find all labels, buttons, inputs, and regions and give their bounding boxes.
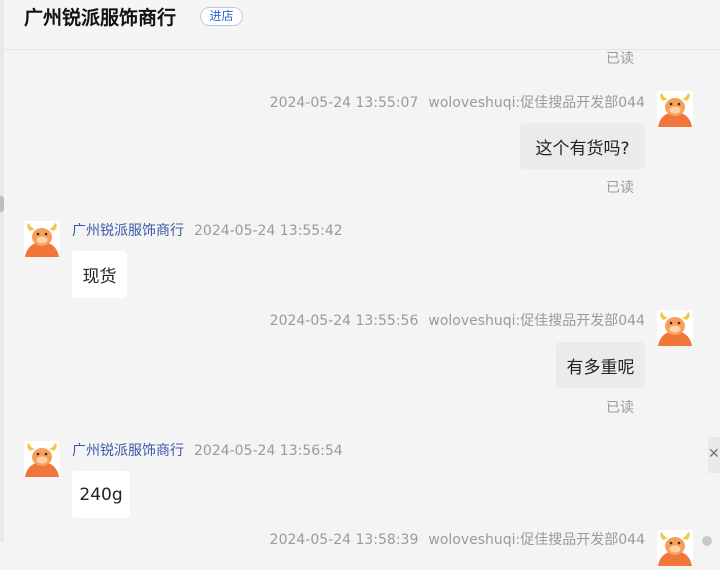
scroll-indicator[interactable]	[702, 536, 712, 546]
message-sender-shop[interactable]: 广州锐派服饰商行	[72, 223, 184, 239]
chat-header: 广州锐派服饰商行 进店	[4, 0, 720, 50]
shop-name-title: 广州锐派服饰商行	[24, 7, 177, 29]
read-status: 已读	[606, 180, 634, 196]
close-icon[interactable]: ✕	[708, 446, 720, 462]
message-bubble-incoming[interactable]: 现货	[72, 251, 127, 298]
bull-mascot-avatar-icon	[24, 441, 60, 477]
bull-mascot-avatar-icon	[657, 310, 693, 346]
message-time: 2024-05-24 13:55:56	[269, 313, 419, 329]
left-panel-handle[interactable]	[0, 196, 4, 212]
right-panel-tab[interactable]: ✕	[708, 437, 720, 473]
user-avatar	[657, 530, 693, 566]
message-meta: 广州锐派服饰商行 2024-05-24 13:55:42	[72, 220, 343, 240]
bull-mascot-avatar-icon	[657, 91, 693, 127]
read-status: 已读	[606, 51, 634, 67]
message-sender: woloveshuqi:促佳搜品开发部044	[428, 95, 645, 111]
message-bubble-outgoing[interactable]: 这个有货吗?	[520, 123, 645, 169]
message-bubble-outgoing[interactable]: 有多重呢	[556, 342, 645, 388]
message-time: 2024-05-24 13:58:39	[269, 532, 419, 548]
message-meta: 广州锐派服饰商行 2024-05-24 13:56:54	[72, 440, 343, 460]
bull-mascot-avatar-icon	[657, 530, 693, 566]
message-meta: 2024-05-24 13:55:07 woloveshuqi:促佳搜品开发部04…	[270, 92, 645, 112]
message-meta: 2024-05-24 13:58:39 woloveshuqi:促佳搜品开发部04…	[270, 529, 645, 549]
user-avatar	[657, 310, 693, 346]
message-bubble-incoming[interactable]: 240g	[72, 471, 130, 518]
message-time: 2024-05-24 13:55:07	[269, 95, 419, 111]
enter-store-button[interactable]: 进店	[200, 7, 243, 26]
message-sender-shop[interactable]: 广州锐派服饰商行	[72, 443, 184, 459]
message-sender: woloveshuqi:促佳搜品开发部044	[428, 532, 645, 548]
message-time: 2024-05-24 13:56:54	[194, 443, 343, 459]
shop-avatar	[24, 441, 60, 477]
user-avatar	[657, 91, 693, 127]
read-status: 已读	[606, 400, 634, 416]
message-time: 2024-05-24 13:55:42	[194, 223, 343, 239]
message-sender: woloveshuqi:促佳搜品开发部044	[428, 313, 645, 329]
shop-avatar	[24, 221, 60, 257]
bull-mascot-avatar-icon	[24, 221, 60, 257]
left-panel-edge	[0, 0, 4, 542]
message-meta: 2024-05-24 13:55:56 woloveshuqi:促佳搜品开发部04…	[270, 310, 645, 330]
